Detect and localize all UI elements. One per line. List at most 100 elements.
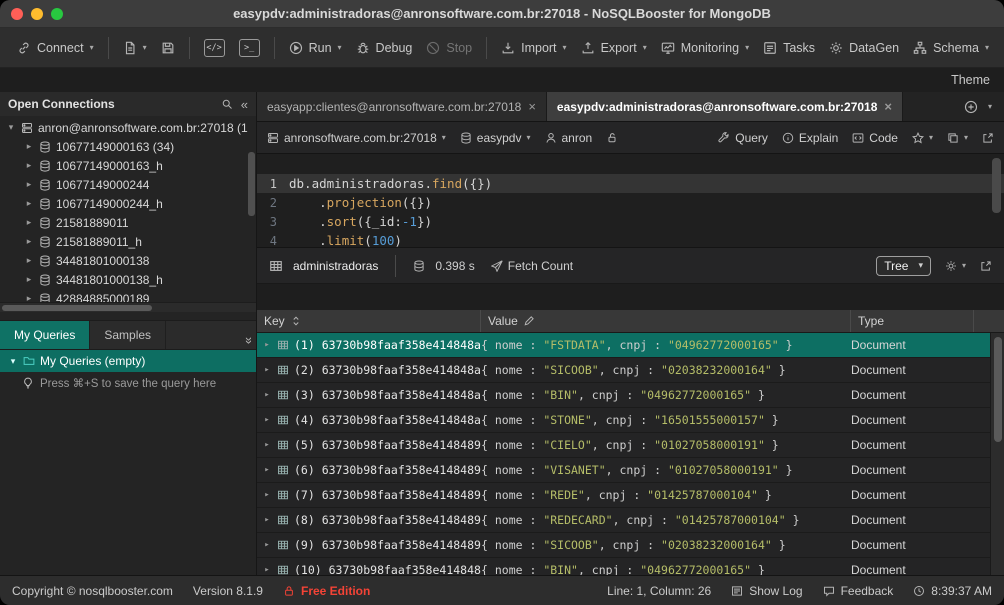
- result-row[interactable]: ▸(2) 63730b98faaf358e414848a2{ nome : "S…: [257, 358, 1004, 383]
- zoom-window-button[interactable]: [51, 8, 63, 20]
- connection-root-item[interactable]: ▾ anron@anronsoftware.com.br:27018 (1: [0, 118, 256, 137]
- minimize-window-button[interactable]: [31, 8, 43, 20]
- theme-button[interactable]: Theme: [951, 73, 990, 87]
- monitoring-button[interactable]: Monitoring ▾: [654, 35, 756, 61]
- save-button[interactable]: [154, 35, 182, 61]
- import-button[interactable]: Import ▾: [494, 35, 573, 61]
- result-row[interactable]: ▸(7) 63730b98faaf358e4148489d{ nome : "R…: [257, 483, 1004, 508]
- maximize-results-icon[interactable]: [980, 260, 992, 272]
- open-in-new-window-icon[interactable]: [982, 132, 994, 144]
- close-tab-icon[interactable]: ×: [528, 99, 536, 114]
- editor-scrollbar[interactable]: [992, 158, 1001, 213]
- server-selector[interactable]: anronsoftware.com.br:27018 ▾: [267, 131, 446, 145]
- edition-badge[interactable]: Free Edition: [283, 584, 370, 598]
- database-selector[interactable]: easypdv ▾: [460, 131, 531, 145]
- sidebar-database-item[interactable]: ▸10677149000244: [0, 175, 256, 194]
- sidebar-database-item[interactable]: ▸21581889011_h: [0, 232, 256, 251]
- collapse-sidebar-icon[interactable]: «: [241, 98, 248, 111]
- scrollbar-thumb[interactable]: [994, 337, 1002, 442]
- result-row[interactable]: ▸(4) 63730b98faaf358e414848a0{ nome : "S…: [257, 408, 1004, 433]
- sidebar-database-item[interactable]: ▸10677149000163 (34): [0, 137, 256, 156]
- fetch-count-button[interactable]: Fetch Count: [491, 259, 573, 273]
- expander-icon[interactable]: ▸: [262, 365, 272, 375]
- expander-icon[interactable]: ▸: [262, 515, 272, 525]
- close-window-button[interactable]: [11, 8, 23, 20]
- expander-icon[interactable]: ▸: [24, 160, 34, 171]
- tab-my-queries[interactable]: My Queries: [0, 321, 90, 349]
- my-queries-folder[interactable]: ▾ My Queries (empty): [0, 350, 256, 372]
- sidebar-database-item[interactable]: ▸34481801000138: [0, 251, 256, 270]
- explain-button[interactable]: Explain: [782, 131, 838, 145]
- expander-icon[interactable]: ▸: [262, 540, 272, 550]
- datagen-button[interactable]: DataGen: [822, 35, 906, 61]
- sidebar-database-item[interactable]: ▸34481801000138_h: [0, 270, 256, 289]
- tasks-button[interactable]: Tasks: [756, 35, 822, 61]
- editor-line[interactable]: 4 .limit(100): [257, 231, 1004, 248]
- sidebar-database-item[interactable]: ▸10677149000244_h: [0, 194, 256, 213]
- column-header-key[interactable]: Key: [257, 310, 481, 332]
- expander-icon[interactable]: ▸: [262, 565, 272, 575]
- expander-icon[interactable]: ▾: [8, 356, 18, 367]
- results-scrollbar[interactable]: [990, 333, 1004, 575]
- expander-icon[interactable]: ▸: [24, 217, 34, 228]
- sidebar-database-item[interactable]: ▸10677149000163_h: [0, 156, 256, 175]
- tab-list-chevron-icon[interactable]: ▾: [988, 103, 992, 111]
- expander-icon[interactable]: ▸: [262, 390, 272, 400]
- result-row[interactable]: ▸(6) 63730b98faaf358e4148489e{ nome : "V…: [257, 458, 1004, 483]
- result-row[interactable]: ▸(3) 63730b98faaf358e414848a1{ nome : "B…: [257, 383, 1004, 408]
- tab-samples[interactable]: Samples: [90, 321, 166, 349]
- expander-icon[interactable]: ▸: [262, 440, 272, 450]
- new-tab-icon[interactable]: [964, 100, 978, 114]
- results-settings-button[interactable]: ▾: [945, 260, 966, 272]
- collapse-panel-icon[interactable]: «: [240, 326, 255, 343]
- tree-vertical-scrollbar[interactable]: [248, 152, 255, 216]
- expander-icon[interactable]: ▸: [24, 236, 34, 247]
- feedback-button[interactable]: Feedback: [823, 584, 894, 598]
- code-editor[interactable]: 1db.administradoras.find({})2 .projectio…: [257, 154, 1004, 248]
- open-file-button[interactable]: ▾: [116, 35, 154, 61]
- expander-icon[interactable]: ▸: [262, 490, 272, 500]
- result-row[interactable]: ▸(5) 63730b98faaf358e4148489f{ nome : "C…: [257, 433, 1004, 458]
- unlock-icon[interactable]: [606, 132, 618, 144]
- expander-icon[interactable]: ▸: [262, 465, 272, 475]
- close-tab-icon[interactable]: ×: [884, 99, 892, 114]
- expander-icon[interactable]: ▸: [24, 198, 34, 209]
- editor-line[interactable]: 2 .projection({}): [257, 193, 1004, 212]
- column-header-type[interactable]: Type: [851, 310, 974, 332]
- cursor-position[interactable]: Line: 1, Column: 26: [607, 584, 711, 598]
- expander-icon[interactable]: ▸: [262, 415, 272, 425]
- expander-icon[interactable]: ▸: [24, 255, 34, 266]
- stop-button[interactable]: Stop: [419, 35, 479, 61]
- tree-horizontal-scrollbar[interactable]: [0, 302, 256, 312]
- terminal-button[interactable]: >_: [232, 33, 267, 63]
- editor-line[interactable]: 1db.administradoras.find({}): [257, 174, 1004, 193]
- query-button[interactable]: Query: [718, 131, 768, 145]
- result-row[interactable]: ▸(1) 63730b98faaf358e414848a3{ nome : "F…: [257, 333, 1004, 358]
- snippets-button[interactable]: ▾: [947, 132, 968, 144]
- sidebar-database-item[interactable]: ▸21581889011: [0, 213, 256, 232]
- result-row[interactable]: ▸(10) 63730b98faaf358e4148489a{ nome : "…: [257, 558, 1004, 575]
- export-button[interactable]: Export ▾: [574, 35, 654, 61]
- expander-icon[interactable]: ▸: [262, 340, 272, 350]
- search-icon[interactable]: [221, 98, 233, 110]
- connect-button[interactable]: Connect ▾: [10, 35, 101, 61]
- mongo-shell-button[interactable]: </>: [197, 33, 232, 63]
- debug-button[interactable]: Debug: [349, 35, 420, 61]
- expander-icon[interactable]: ▸: [24, 179, 34, 190]
- expander-icon[interactable]: ▸: [24, 274, 34, 285]
- editor-tab[interactable]: easypdv:administradoras@anronsoftware.co…: [547, 92, 903, 121]
- column-header-value[interactable]: Value: [481, 310, 851, 332]
- editor-tab[interactable]: easyapp:clientes@anronsoftware.com.br:27…: [257, 92, 547, 121]
- code-button[interactable]: Code: [852, 131, 898, 145]
- sort-icon[interactable]: [290, 315, 302, 327]
- expander-icon[interactable]: ▾: [6, 122, 16, 133]
- show-log-button[interactable]: Show Log: [731, 584, 802, 598]
- favorites-button[interactable]: ▾: [912, 132, 933, 144]
- expander-icon[interactable]: ▸: [24, 141, 34, 152]
- result-row[interactable]: ▸(8) 63730b98faaf358e4148489c{ nome : "R…: [257, 508, 1004, 533]
- scrollbar-thumb[interactable]: [2, 305, 152, 311]
- result-row[interactable]: ▸(9) 63730b98faaf358e4148489b{ nome : "S…: [257, 533, 1004, 558]
- run-button[interactable]: Run ▾: [282, 35, 349, 61]
- schema-button[interactable]: Schema ▾: [906, 35, 996, 61]
- view-mode-select[interactable]: Tree ▾: [876, 256, 931, 276]
